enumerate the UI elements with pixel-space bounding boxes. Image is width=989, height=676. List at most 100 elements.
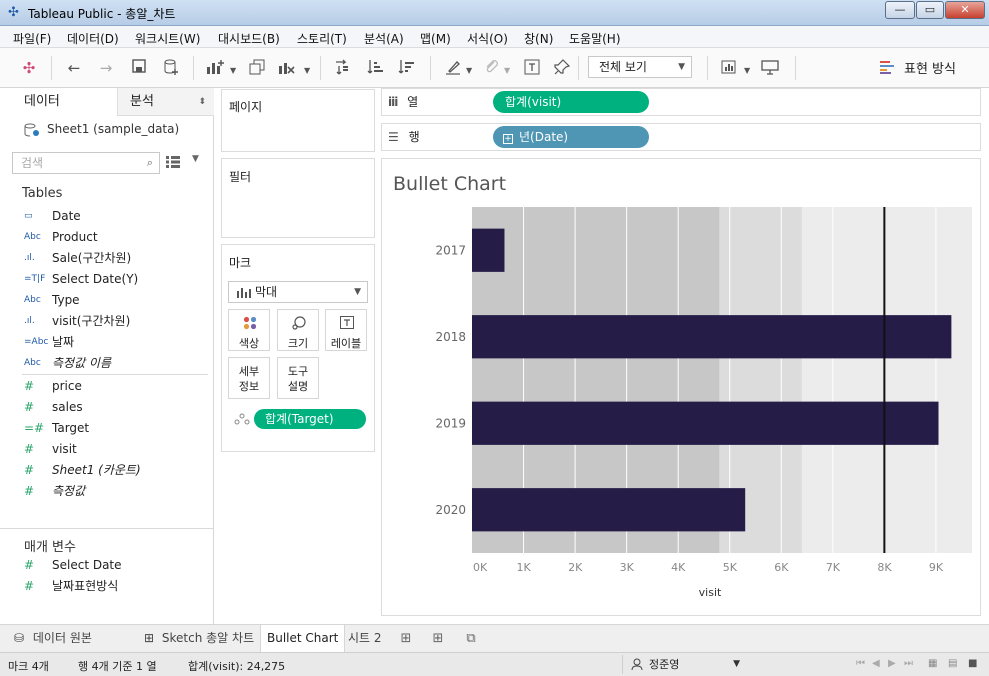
menu-map[interactable]: 맵(M) [420, 30, 451, 47]
menu-help[interactable]: 도움말(H) [569, 30, 621, 47]
pin-icon[interactable] [551, 58, 573, 78]
columns-icon: iii [388, 95, 398, 109]
bar-2017[interactable] [472, 228, 505, 272]
detail-dots-icon [234, 413, 250, 425]
bar-2020[interactable] [472, 488, 746, 532]
swap-icon[interactable] [331, 58, 353, 78]
sheet-tab-bullet-chart[interactable]: Bullet Chart [260, 625, 346, 652]
menu-analysis[interactable]: 분석(A) [364, 30, 404, 47]
datasource-tab[interactable]: ⛁ 데이터 원본 [8, 625, 98, 652]
datasource-tab-icon: ⛁ [14, 631, 25, 645]
new-worksheet-tab-icon[interactable]: ⊞ [397, 630, 415, 648]
detail-button[interactable]: 세부 정보 [228, 357, 270, 399]
x-tick-label: 0K [473, 561, 488, 574]
field-name: sales [52, 400, 83, 414]
bullet-chart[interactable]: 2017 2018 2019 2020 0K 1K 2K 3K 4K 5K 6K 7K 8K 9K visi… [382, 159, 980, 615]
show-cards-icon[interactable] [720, 58, 742, 78]
duplicate-icon[interactable] [246, 58, 268, 78]
undo-icon[interactable]: ← [63, 58, 85, 78]
search-input[interactable]: 검색 ⌕ [12, 152, 160, 174]
number-icon: # [24, 558, 35, 572]
menu-format[interactable]: 서식(O) [467, 30, 508, 47]
tableau-app-icon: ✣ [8, 5, 19, 20]
new-worksheet-icon[interactable] [204, 58, 226, 78]
minimize-button[interactable]: — [885, 1, 915, 19]
tab-analysis[interactable]: 분석 ⬍ [117, 88, 214, 116]
filters-card[interactable]: 필터 [221, 158, 375, 238]
label-icon[interactable] [521, 58, 543, 78]
list-view-icon[interactable] [166, 156, 180, 168]
sort-descending-icon[interactable] [395, 58, 417, 78]
new-worksheet-dropdown-icon[interactable]: ▼ [230, 66, 236, 75]
maximize-button[interactable]: ▭ [916, 1, 944, 19]
menu-story[interactable]: 스토리(T) [297, 30, 347, 47]
label-button[interactable]: 레이블 [325, 309, 367, 351]
chevron-down-icon[interactable]: ▼ [192, 154, 199, 164]
y-tick-label: 2017 [435, 243, 466, 257]
bar-2019[interactable] [472, 401, 939, 445]
sheet-tab-sketch[interactable]: ⊞ Sketch 총알 차트 [138, 625, 260, 652]
show-me-button[interactable]: 표현 방식 [880, 58, 956, 77]
status-rows-cols: 행 4개 기준 1 열 [78, 660, 157, 673]
new-datasource-icon[interactable] [160, 58, 182, 78]
filmstrip-icon[interactable]: ▤ [948, 658, 957, 669]
detail-label: 세부 정보 [238, 365, 260, 393]
year-date-pill[interactable]: + 년(Date) [493, 126, 649, 148]
x-tick-label: 6K [774, 561, 789, 574]
save-icon[interactable] [128, 58, 150, 78]
target-measure-pill[interactable]: 합계(Target) [254, 409, 366, 429]
menu-window[interactable]: 창(N) [524, 30, 553, 47]
x-tick-label: 7K [826, 561, 841, 574]
group-icon[interactable] [480, 58, 502, 78]
title-bar: ✣ Tableau Public - 총알_차트 — ▭ ✕ [0, 0, 989, 26]
show-cards-dropdown-icon[interactable]: ▼ [744, 66, 750, 75]
group-dropdown-icon[interactable]: ▼ [504, 66, 510, 75]
new-dashboard-tab-icon[interactable]: ⊞ [429, 630, 447, 648]
tooltip-button[interactable]: 도구 설명 [277, 357, 319, 399]
field-name: Date [52, 209, 81, 223]
visit-sum-pill[interactable]: 합계(visit) [493, 91, 649, 113]
size-button[interactable]: 크기 [277, 309, 319, 351]
highlight-dropdown-icon[interactable]: ▼ [466, 66, 472, 75]
chevron-down-icon: ▼ [354, 287, 361, 297]
new-story-tab-icon[interactable]: ⧉ [462, 630, 480, 648]
last-sheet-icon[interactable]: ⏭ [904, 658, 913, 669]
mark-type-select[interactable]: 막대 ▼ [228, 281, 368, 303]
field-name: Select Date [52, 558, 122, 572]
menu-dashboard[interactable]: 대시보드(B) [218, 30, 280, 47]
tableau-logo-icon[interactable]: ✣ [18, 58, 40, 78]
datasource-item[interactable]: Sheet1 (sample_data) [24, 122, 179, 137]
prev-sheet-icon[interactable]: ◀ [872, 658, 880, 669]
highlight-icon[interactable] [442, 58, 464, 78]
rows-label: ☰ 행 [388, 130, 420, 144]
tab-data[interactable]: 데이터 [0, 88, 117, 116]
first-sheet-icon[interactable]: ⏮ [856, 658, 865, 669]
user-menu[interactable]: 정준영 ▼ [622, 655, 746, 674]
sort-ascending-icon[interactable] [364, 58, 386, 78]
fit-view-select[interactable]: 전체 보기 ▼ [588, 56, 692, 78]
sheet-sorter-icon[interactable]: ▦ [928, 658, 937, 669]
y-tick-label: 2020 [435, 503, 466, 517]
bar-2018[interactable] [472, 315, 952, 359]
pages-card[interactable]: 페이지 [221, 89, 375, 152]
menu-file[interactable]: 파일(F) [13, 30, 51, 47]
menu-worksheet[interactable]: 워크시트(W) [135, 30, 200, 47]
tabs-view-icon[interactable]: ■ [968, 658, 977, 669]
size-icon [292, 316, 306, 330]
color-button[interactable]: 색상 [228, 309, 270, 351]
clear-icon[interactable] [276, 58, 298, 78]
rows-shelf[interactable]: ☰ 행 + 년(Date) [381, 123, 981, 151]
sheet-tab-sheet2[interactable]: 시트 2 [342, 625, 388, 652]
columns-shelf[interactable]: iii 열 합계(visit) [381, 88, 981, 116]
tab-analysis-label: 분석 [130, 94, 154, 109]
presentation-icon[interactable] [759, 58, 781, 78]
redo-icon[interactable]: → [95, 58, 117, 78]
x-tick-label: 3K [620, 561, 635, 574]
field-name: 측정값 [52, 484, 86, 498]
clear-dropdown-icon[interactable]: ▼ [304, 66, 310, 75]
menu-data[interactable]: 데이터(D) [67, 30, 119, 47]
marks-title: 마크 [229, 256, 252, 270]
next-sheet-icon[interactable]: ▶ [888, 658, 896, 669]
close-button[interactable]: ✕ [945, 1, 985, 19]
calc-number-icon: =# [24, 421, 45, 435]
